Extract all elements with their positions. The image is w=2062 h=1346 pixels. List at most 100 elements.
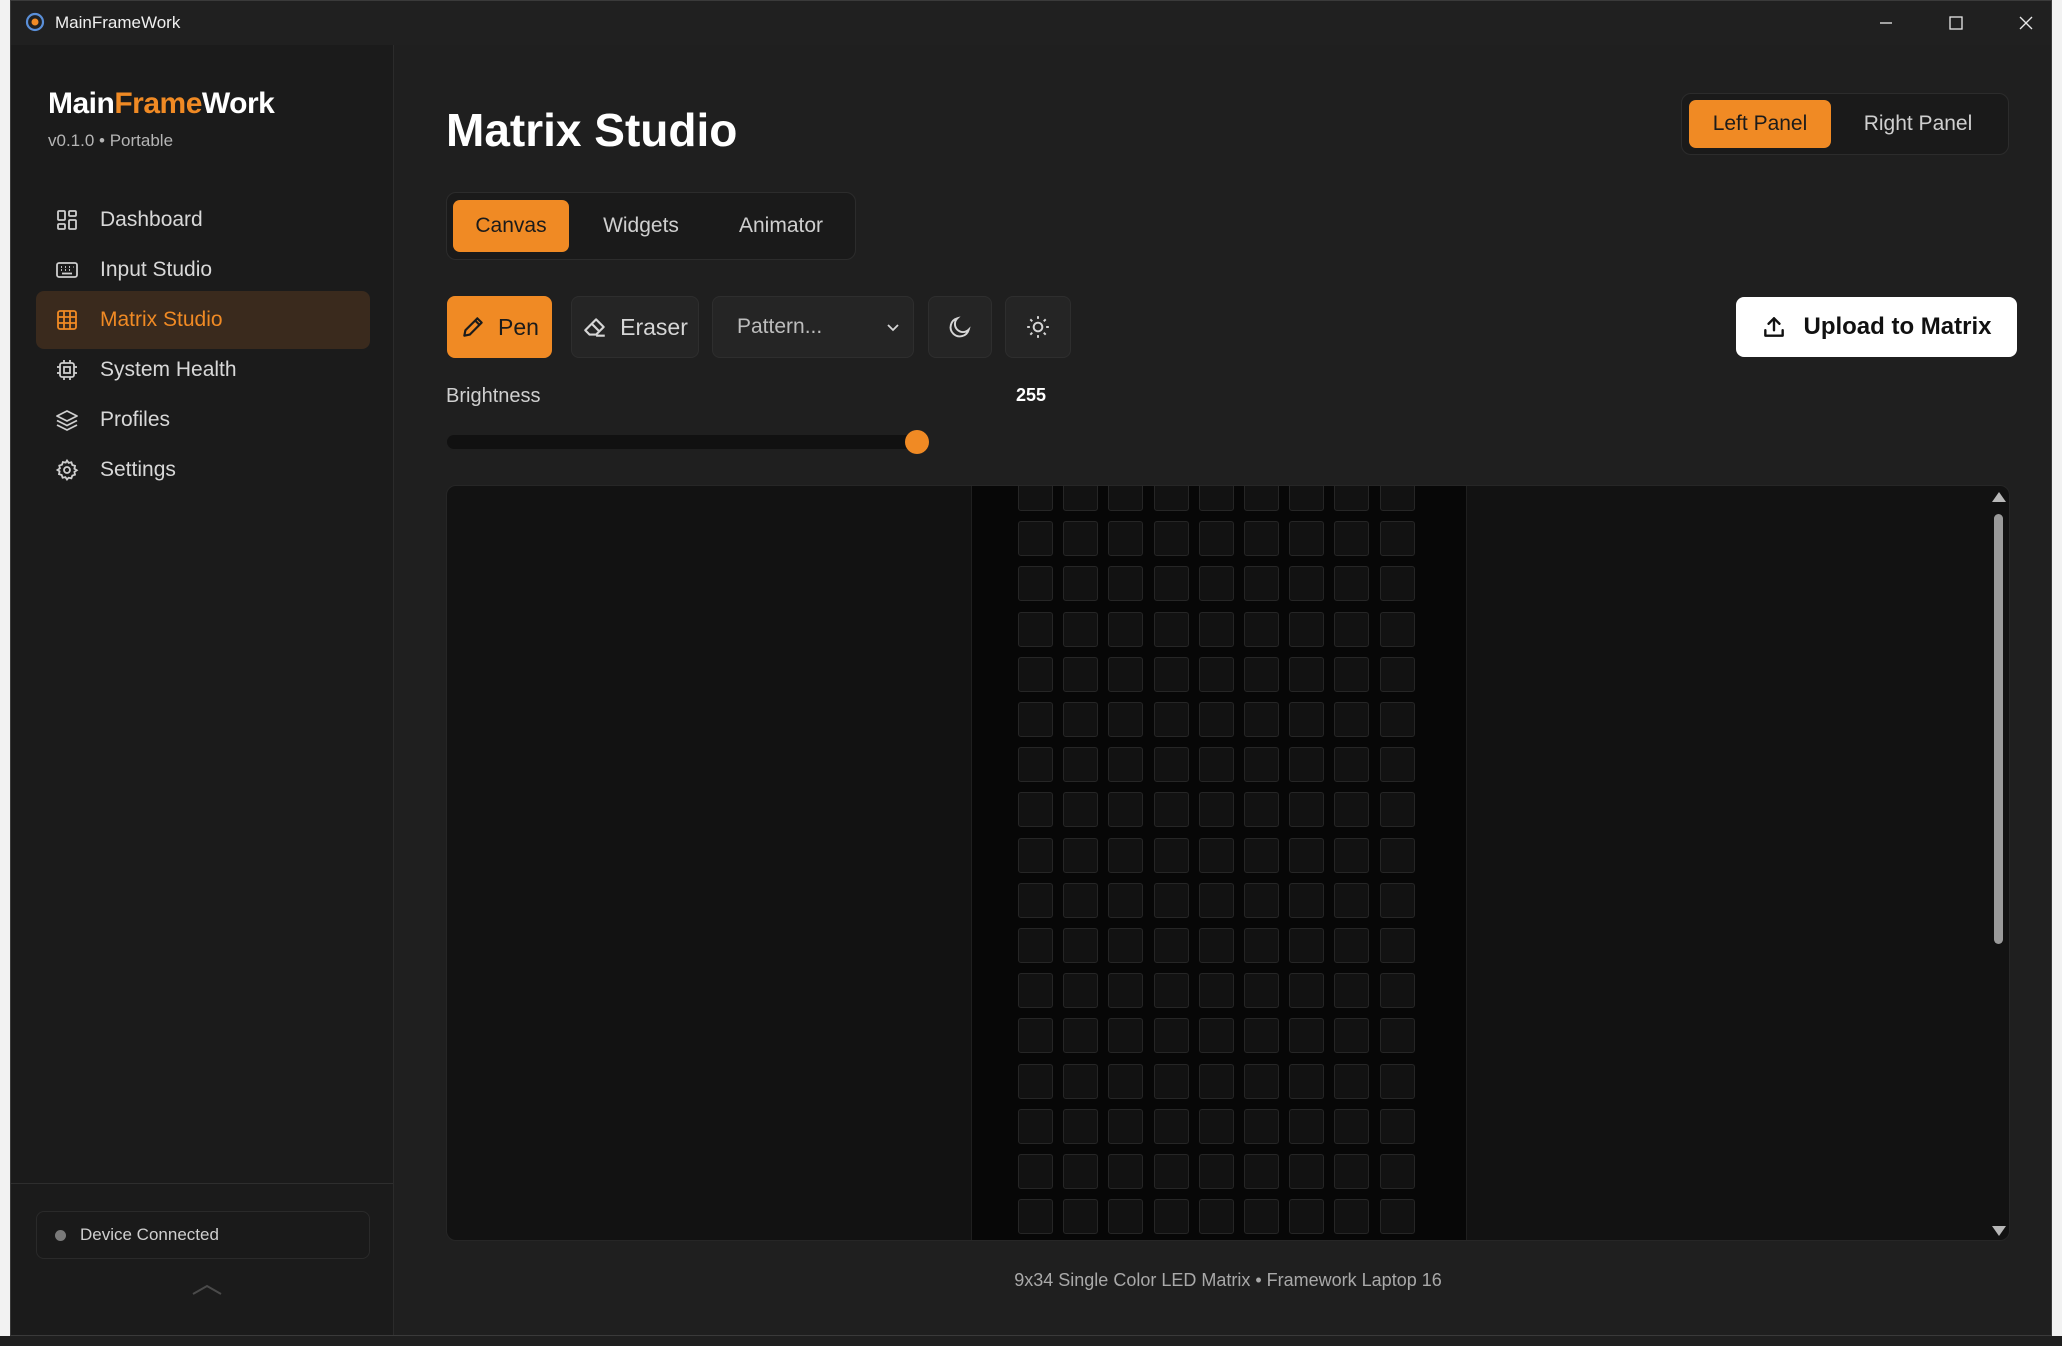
led-cell[interactable] — [1289, 1018, 1325, 1054]
led-cell[interactable] — [1379, 521, 1415, 557]
tab-animator[interactable]: Animator — [713, 200, 849, 252]
led-cell[interactable] — [1108, 1018, 1144, 1054]
led-cell[interactable] — [1108, 656, 1144, 692]
led-cell[interactable] — [1244, 747, 1279, 783]
led-cell[interactable] — [1198, 1108, 1234, 1144]
led-cell[interactable] — [1063, 837, 1099, 873]
led-cell[interactable] — [1063, 973, 1099, 1009]
eraser-tool-button[interactable]: Eraser — [571, 296, 699, 358]
led-cell[interactable] — [1108, 928, 1144, 963]
led-cell[interactable] — [1289, 1063, 1325, 1099]
led-cell[interactable] — [1334, 1108, 1370, 1144]
led-cell[interactable] — [1289, 1108, 1325, 1144]
led-cell[interactable] — [1289, 792, 1325, 828]
led-cell[interactable] — [1108, 1063, 1144, 1099]
title-bar[interactable]: MainFrameWork — [11, 1, 2051, 45]
led-cell[interactable] — [1198, 928, 1234, 963]
led-cell[interactable] — [1289, 1199, 1325, 1235]
led-cell[interactable] — [1108, 792, 1144, 828]
led-cell[interactable] — [1379, 837, 1415, 873]
led-cell[interactable] — [1198, 1199, 1234, 1235]
led-cell[interactable] — [1379, 792, 1415, 828]
sidebar-item-settings[interactable]: Settings — [36, 441, 370, 499]
led-cell[interactable] — [1063, 747, 1099, 783]
close-button[interactable] — [1991, 1, 2051, 45]
led-cell[interactable] — [1108, 611, 1144, 647]
led-cell[interactable] — [1153, 928, 1189, 963]
led-cell[interactable] — [1153, 973, 1189, 1009]
led-cell[interactable] — [1289, 486, 1325, 511]
led-cell[interactable] — [1334, 611, 1370, 647]
led-cell[interactable] — [1289, 928, 1325, 963]
led-cell[interactable] — [1379, 973, 1415, 1009]
scrollbar-thumb[interactable] — [1994, 514, 2003, 944]
led-cell[interactable] — [1334, 1063, 1370, 1099]
led-cell[interactable] — [1108, 973, 1144, 1009]
led-cell[interactable] — [1018, 928, 1053, 963]
maximize-button[interactable] — [1921, 1, 1991, 45]
led-cell[interactable] — [1018, 747, 1053, 783]
led-cell[interactable] — [1379, 1108, 1415, 1144]
led-cell[interactable] — [1063, 702, 1099, 737]
led-cell[interactable] — [1153, 486, 1189, 511]
led-cell[interactable] — [1244, 1154, 1279, 1189]
led-cell[interactable] — [1063, 486, 1099, 511]
led-cell[interactable] — [1018, 882, 1053, 918]
scroll-up-arrow-icon[interactable] — [1992, 492, 2006, 502]
led-cell[interactable] — [1108, 837, 1144, 873]
led-cell[interactable] — [1198, 973, 1234, 1009]
led-cell[interactable] — [1244, 882, 1279, 918]
led-cell[interactable] — [1244, 656, 1279, 692]
led-cell[interactable] — [1018, 1108, 1053, 1144]
led-cell[interactable] — [1063, 566, 1099, 602]
led-cell[interactable] — [1063, 656, 1099, 692]
led-cell[interactable] — [1198, 1154, 1234, 1189]
led-cell[interactable] — [1244, 521, 1279, 557]
led-cell[interactable] — [1063, 1108, 1099, 1144]
led-cell[interactable] — [1108, 1108, 1144, 1144]
led-cell[interactable] — [1379, 1154, 1415, 1189]
led-cell[interactable] — [1334, 1018, 1370, 1054]
led-cell[interactable] — [1334, 566, 1370, 602]
led-cell[interactable] — [1153, 882, 1189, 918]
led-cell[interactable] — [1063, 1154, 1099, 1189]
led-cell[interactable] — [1198, 611, 1234, 647]
led-cell[interactable] — [1153, 792, 1189, 828]
led-cell[interactable] — [1379, 611, 1415, 647]
led-cell[interactable] — [1379, 702, 1415, 737]
upload-to-matrix-button[interactable]: Upload to Matrix — [1736, 297, 2017, 357]
led-cell[interactable] — [1153, 611, 1189, 647]
led-cell[interactable] — [1018, 1199, 1053, 1235]
led-cell[interactable] — [1244, 1018, 1279, 1054]
led-cell[interactable] — [1379, 882, 1415, 918]
led-cell[interactable] — [1198, 882, 1234, 918]
led-cell[interactable] — [1198, 747, 1234, 783]
right-panel-button[interactable]: Right Panel — [1837, 100, 1999, 148]
led-cell[interactable] — [1063, 1018, 1099, 1054]
scroll-down-arrow-icon[interactable] — [1992, 1226, 2006, 1236]
led-cell[interactable] — [1063, 928, 1099, 963]
brightness-slider-track[interactable] — [447, 435, 917, 449]
led-cell[interactable] — [1153, 1108, 1189, 1144]
led-cell[interactable] — [1063, 1063, 1099, 1099]
led-cell[interactable] — [1153, 1199, 1189, 1235]
led-cell[interactable] — [1289, 656, 1325, 692]
led-cell[interactable] — [1244, 973, 1279, 1009]
led-cell[interactable] — [1244, 1063, 1279, 1099]
led-cell[interactable] — [1289, 702, 1325, 737]
led-cell[interactable] — [1108, 882, 1144, 918]
led-cell[interactable] — [1334, 747, 1370, 783]
led-cell[interactable] — [1379, 656, 1415, 692]
led-cell[interactable] — [1379, 747, 1415, 783]
led-cell[interactable] — [1244, 702, 1279, 737]
led-cell[interactable] — [1289, 1154, 1325, 1189]
led-cell[interactable] — [1153, 1063, 1189, 1099]
led-cell[interactable] — [1108, 1154, 1144, 1189]
led-cell[interactable] — [1244, 928, 1279, 963]
led-cell[interactable] — [1334, 702, 1370, 737]
led-cell[interactable] — [1379, 1063, 1415, 1099]
pen-tool-button[interactable]: Pen — [447, 296, 552, 358]
led-cell[interactable] — [1289, 521, 1325, 557]
led-cell[interactable] — [1198, 656, 1234, 692]
led-cell[interactable] — [1244, 792, 1279, 828]
